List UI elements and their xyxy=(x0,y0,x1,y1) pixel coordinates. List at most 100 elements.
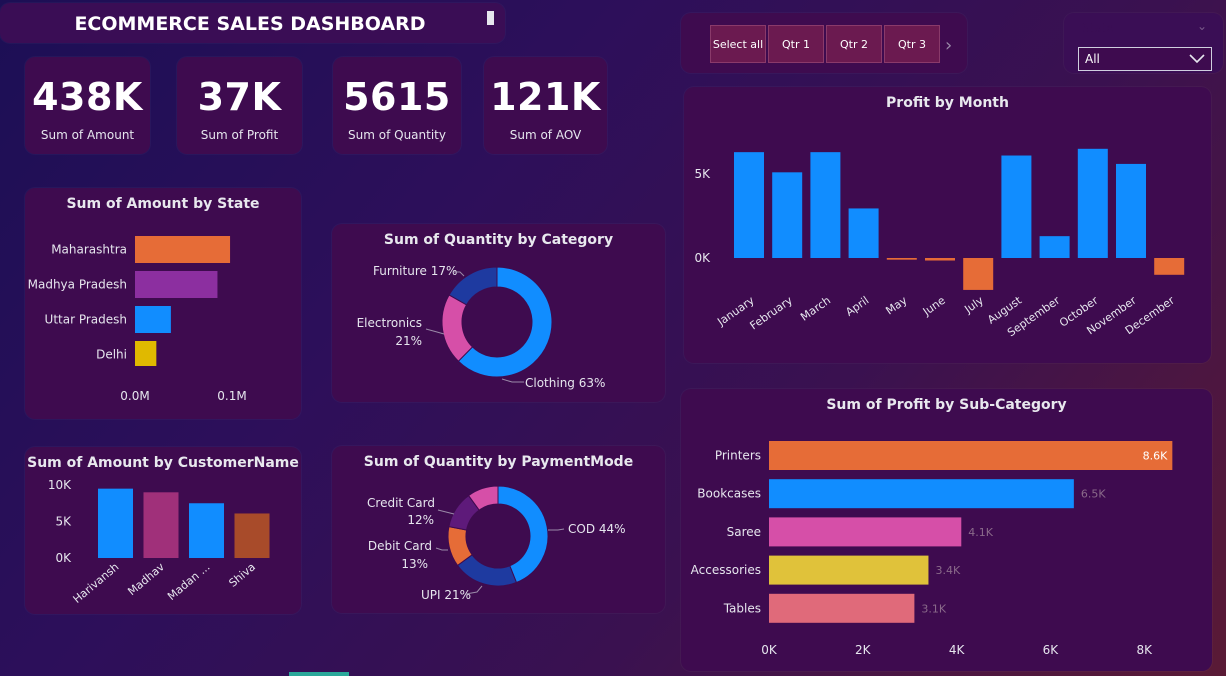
slicer-qtr1-button[interactable]: Qtr 1 xyxy=(768,25,824,63)
leader-line xyxy=(437,509,455,515)
bar xyxy=(98,488,133,558)
x-tick-label: 4K xyxy=(949,643,966,657)
page-title: ECOMMERCE SALES DASHBOARD xyxy=(74,13,426,35)
x-tick-label: 2K xyxy=(855,643,872,657)
x-tick-label: 8K xyxy=(1136,643,1153,657)
data-label: 4.1K xyxy=(968,526,993,539)
quantity-by-category-chart: Clothing 63% Electronics 21% Furniture 17% xyxy=(357,264,606,390)
kpi-card-profit: 37K Sum of Profit xyxy=(177,57,302,154)
kpi-value: 438K xyxy=(32,75,143,119)
bar xyxy=(734,152,764,258)
y-tick-label: Tables xyxy=(723,601,761,615)
slicer-select-all-button[interactable]: Select all xyxy=(710,25,766,63)
x-tick-label: 0K xyxy=(761,643,778,657)
profit-by-month-chart: 0K5KJanuaryFebruary March April May June July… xyxy=(694,148,1185,339)
bar xyxy=(772,172,803,258)
bar xyxy=(810,152,841,258)
kpi-value: 121K xyxy=(490,75,601,119)
slicer-qtr3-button[interactable]: Qtr 3 xyxy=(884,25,940,63)
bar xyxy=(848,208,879,258)
bar xyxy=(1154,258,1185,275)
chart-panel-profit-by-month: Profit by Month 0K 5K January February March… xyxy=(684,87,1211,363)
chart-panel-quantity-by-category: Sum of Quantity by Category Clothing 63%… xyxy=(332,224,665,402)
bar xyxy=(135,306,171,333)
focus-mode-icon[interactable] xyxy=(487,11,494,25)
chevron-down-icon xyxy=(1189,54,1205,64)
bar xyxy=(135,271,218,298)
bar xyxy=(1039,236,1070,258)
data-label: Clothing 63% xyxy=(525,376,605,390)
bar xyxy=(1001,155,1032,258)
x-tick-label: April xyxy=(843,294,871,319)
chart-panel-amount-by-state: Sum of Amount by State Maharashtra Madhya… xyxy=(25,188,301,419)
data-label: 8.6K xyxy=(1143,450,1168,463)
bar xyxy=(769,593,915,623)
y-tick-label: Accessories xyxy=(691,563,761,577)
x-tick-label: Harivansh xyxy=(71,560,122,606)
kpi-value: 5615 xyxy=(343,75,451,119)
chevron-down-icon[interactable]: ⌄ xyxy=(1197,19,1207,33)
kpi-label: Sum of Quantity xyxy=(348,128,446,142)
x-tick-label: 0.0M xyxy=(120,389,149,403)
bar xyxy=(886,258,917,260)
chart-panel-quantity-by-paymentmode: Sum of Quantity by PaymentMode COD 44% UP… xyxy=(332,446,665,613)
x-tick-label: May xyxy=(883,294,909,318)
chevron-right-icon[interactable]: › xyxy=(945,35,952,56)
y-tick-label: 10K xyxy=(48,478,72,492)
chart-panel-profit-by-subcategory: Sum of Profit by Sub-Category Printers 8.… xyxy=(681,389,1212,671)
leader-line xyxy=(425,328,445,335)
data-label: 12% xyxy=(407,513,434,527)
amount-by-customer-chart: 0K 5K 10K Harivansh MadhavMadan ... Shiva xyxy=(48,478,270,606)
kpi-value: 37K xyxy=(197,75,282,119)
y-tick-label: Saree xyxy=(727,525,761,539)
y-tick-label: Printers xyxy=(715,449,761,463)
x-tick-label: March xyxy=(798,294,833,324)
dashboard-header: ECOMMERCE SALES DASHBOARD xyxy=(0,3,505,43)
kpi-card-amount: 438K Sum of Amount xyxy=(25,57,150,154)
bar xyxy=(925,258,955,261)
bar xyxy=(234,513,270,558)
y-tick-label: 5K xyxy=(694,167,711,181)
data-label: 3.4K xyxy=(935,564,960,577)
y-tick-label: Uttar Pradesh xyxy=(45,313,127,327)
y-tick-label: 0K xyxy=(55,551,72,565)
y-tick-label: 0K xyxy=(694,251,711,265)
quarter-slicer: Select all Qtr 1 Qtr 2 Qtr 3 › xyxy=(681,13,967,73)
page-tab-indicator[interactable] xyxy=(289,672,349,676)
data-label: Electronics xyxy=(357,316,422,330)
x-tick-label: 6K xyxy=(1043,643,1060,657)
bar xyxy=(135,236,231,263)
bar xyxy=(135,341,157,366)
data-label: Furniture 17% xyxy=(373,264,457,278)
bar xyxy=(1077,148,1108,258)
slicer-qtr2-button[interactable]: Qtr 2 xyxy=(826,25,882,63)
dropdown-value: All xyxy=(1085,52,1100,66)
kpi-label: Sum of AOV xyxy=(509,128,582,142)
data-label: 3.1K xyxy=(921,602,946,615)
x-tick-label: July xyxy=(961,294,986,317)
kpi-label: Sum of Profit xyxy=(200,128,279,142)
bar xyxy=(963,258,994,290)
data-label: 13% xyxy=(401,557,428,571)
data-label: 6.5K xyxy=(1081,488,1106,501)
x-tick-label: 0.1M xyxy=(217,389,246,403)
data-label: Debit Card xyxy=(368,539,432,553)
data-label: Credit Card xyxy=(367,496,435,510)
data-label: 21% xyxy=(395,334,422,348)
bar xyxy=(1116,163,1146,258)
kpi-card-quantity: 5615 Sum of Quantity xyxy=(333,57,461,154)
state-dropdown[interactable]: All xyxy=(1078,47,1212,71)
amount-by-state-chart: Maharashtra Madhya Pradesh Uttar Pradesh De… xyxy=(28,236,247,403)
donut-slice xyxy=(441,294,474,362)
bar xyxy=(769,441,1173,470)
bar xyxy=(143,492,179,558)
leader-line xyxy=(435,547,448,551)
data-label: UPI 21% xyxy=(421,588,471,602)
profit-by-subcategory-chart: Printers 8.6K Bookcases 6.5K Saree 4.1K Access… xyxy=(691,441,1173,657)
slicer-header-label: State xyxy=(1082,21,1114,35)
data-label: COD 44% xyxy=(568,522,626,536)
quantity-by-paymentmode-chart: COD 44% UPI 21% Debit Card 13% Credit Card 12… xyxy=(367,485,626,602)
y-tick-label: Madhya Pradesh xyxy=(28,278,127,292)
x-tick-label: Shiva xyxy=(226,560,258,589)
bar xyxy=(769,479,1074,509)
